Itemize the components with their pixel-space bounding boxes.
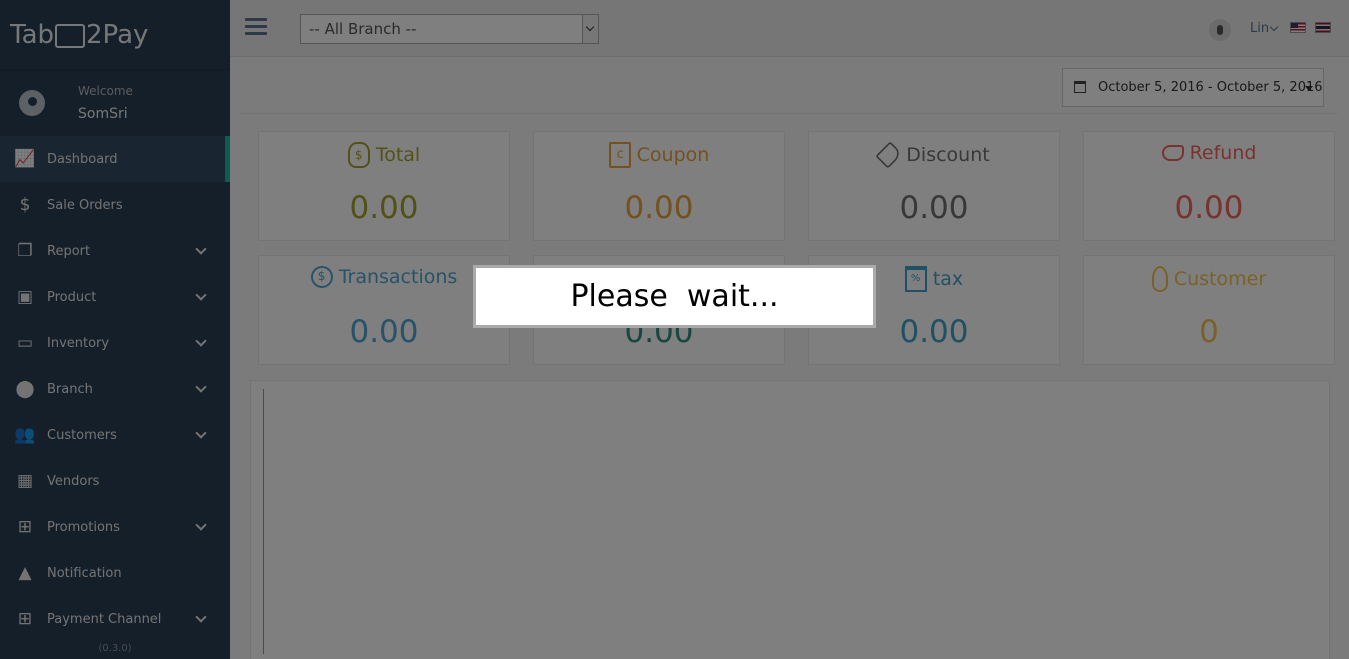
loading-message: Please wait... (570, 279, 779, 314)
loading-dialog: Please wait... (473, 265, 876, 328)
loading-overlay (0, 0, 1349, 659)
